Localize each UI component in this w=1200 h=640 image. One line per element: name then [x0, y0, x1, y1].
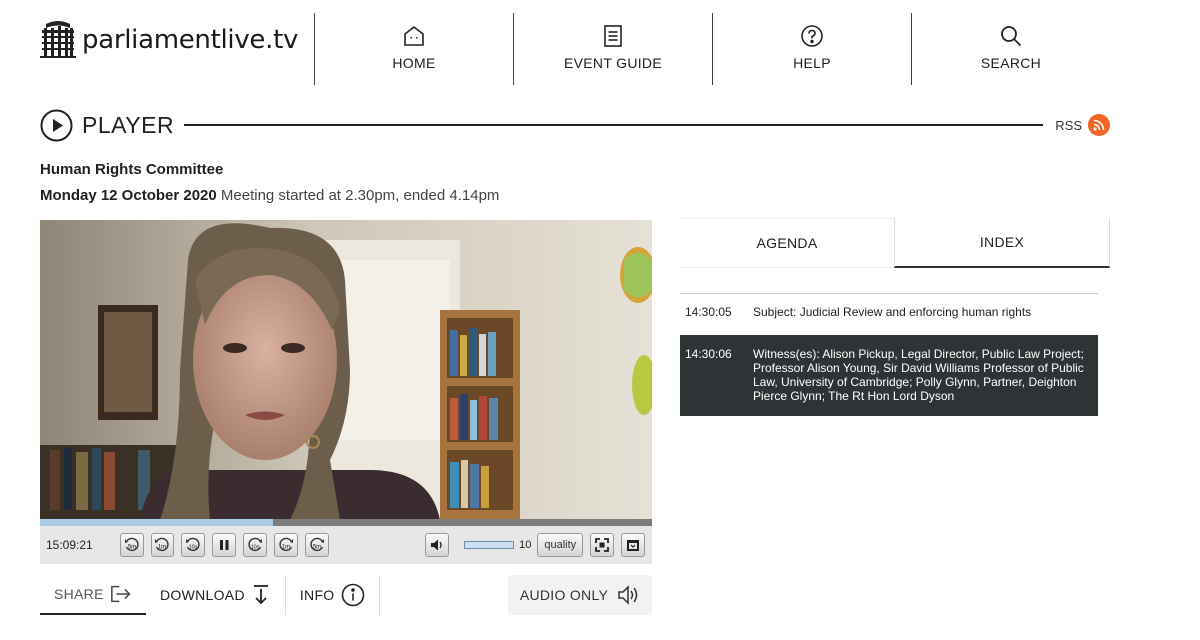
pause-icon [220, 540, 229, 550]
index-text: Subject: Judicial Review and enforcing h… [753, 305, 1032, 319]
download-box-icon [627, 540, 639, 551]
fast-forward-icon: 5m [310, 537, 324, 552]
heading-rule [184, 124, 1044, 126]
audio-only-label: AUDIO ONLY [519, 587, 609, 603]
nav-event-guide-label: EVENT GUIDE [564, 55, 662, 71]
skip-back-1m-button[interactable]: 1m [150, 533, 175, 557]
panel-tabs: AGENDA INDEX [680, 218, 1110, 268]
site-header: parliamentlive.tv HOME EVENT GUIDE HELP … [0, 0, 1200, 96]
nav-home[interactable]: HOME [314, 13, 513, 85]
player-controls: 15:09:21 5m 1m 10s 10s 1m 5m 10 quality [40, 526, 652, 564]
skip-back-10s-button[interactable]: 10s [181, 533, 206, 557]
nav-help-label: HELP [793, 55, 831, 71]
index-row-active[interactable]: 14:30:06 Witness(es): Alison Pickup, Leg… [680, 335, 1098, 416]
rewind-icon: 1m [155, 537, 170, 552]
fast-forward-icon: 10s [248, 537, 263, 552]
progress-fill [40, 519, 273, 526]
video-frame [40, 220, 652, 520]
rss-label[interactable]: RSS [1055, 118, 1082, 133]
skip-forward-10s-button[interactable]: 10s [243, 533, 268, 557]
meeting-date: Monday 12 October 2020 [40, 187, 217, 204]
skip-forward-5m-button[interactable]: 5m [305, 533, 329, 557]
help-icon [801, 25, 823, 47]
meeting-times: Meeting started at 2.30pm, ended 4.14pm [216, 187, 500, 204]
mute-button[interactable] [425, 533, 450, 557]
audio-only-button[interactable]: AUDIO ONLY [508, 575, 652, 615]
download-icon [253, 585, 268, 605]
site-name: parliamentlive.tv [82, 25, 299, 55]
index-list: 14:30:05 Subject: Judicial Review and en… [680, 293, 1098, 416]
skip-forward-1m-label: 1m [282, 545, 290, 551]
document-icon [604, 25, 622, 47]
portcullis-icon [40, 21, 76, 58]
progress-bar[interactable] [40, 519, 652, 526]
fullscreen-icon [595, 538, 610, 552]
player-title: PLAYER [82, 111, 175, 138]
index-time: 14:30:06 [685, 347, 732, 361]
nav-home-label: HOME [392, 55, 436, 71]
timecode: 15:09:21 [46, 538, 93, 552]
share-button[interactable]: SHARE [40, 575, 146, 615]
meeting-title: Human Rights Committee [40, 161, 224, 178]
nav-search[interactable]: SEARCH [911, 13, 1110, 85]
download-button[interactable]: DOWNLOAD [146, 575, 286, 615]
tab-agenda[interactable]: AGENDA [680, 218, 894, 268]
nav-search-label: SEARCH [980, 55, 1042, 71]
player-heading: PLAYER RSS [40, 108, 1110, 142]
download-label: DOWNLOAD [160, 587, 245, 603]
volume-slider[interactable] [464, 541, 515, 549]
volume-value: 10 [519, 539, 532, 551]
main-nav: HOME EVENT GUIDE HELP SEARCH [314, 13, 1110, 85]
fast-forward-icon: 1m [279, 537, 294, 552]
rewind-icon: 10s [186, 537, 200, 552]
index-row[interactable]: 14:30:05 Subject: Judicial Review and en… [680, 294, 1098, 331]
fullscreen-button[interactable] [590, 533, 615, 557]
search-icon [1001, 26, 1022, 47]
skip-back-5m-button[interactable]: 5m [119, 533, 144, 557]
skip-forward-5m-label: 5m [313, 545, 321, 551]
rss-icon[interactable] [1088, 114, 1110, 136]
pause-button[interactable] [212, 533, 237, 557]
skip-back-10s-label: 10s [189, 545, 198, 551]
share-label: SHARE [54, 586, 104, 602]
skip-forward-10s-label: 10s [251, 545, 260, 551]
play-circle-icon [40, 109, 73, 141]
quality-button[interactable]: quality [537, 533, 584, 557]
skip-back-1m-label: 1m [158, 545, 166, 551]
video-player[interactable] [40, 220, 652, 520]
speaker-icon [431, 539, 443, 551]
action-bar: SHARE DOWNLOAD INFO [40, 575, 380, 615]
rewind-icon: 5m [124, 537, 139, 552]
meeting-info: Monday 12 October 2020 Meeting started a… [40, 187, 499, 204]
share-icon [110, 585, 131, 603]
info-label: INFO [299, 587, 335, 603]
nav-help[interactable]: HELP [712, 13, 911, 85]
index-text: Witness(es): Alison Pickup, Legal Direct… [753, 347, 1084, 403]
info-icon [341, 583, 364, 607]
skip-forward-1m-button[interactable]: 1m [274, 533, 298, 557]
index-time: 14:30:05 [685, 305, 732, 319]
nav-event-guide[interactable]: EVENT GUIDE [513, 13, 712, 85]
tab-index[interactable]: INDEX [894, 218, 1110, 268]
site-logo[interactable]: parliamentlive.tv [40, 20, 298, 60]
home-icon [404, 25, 424, 46]
info-button[interactable]: INFO [286, 575, 380, 615]
speaker-icon [618, 585, 638, 605]
skip-back-5m-label: 5m [127, 545, 135, 551]
popout-button[interactable] [621, 533, 645, 557]
